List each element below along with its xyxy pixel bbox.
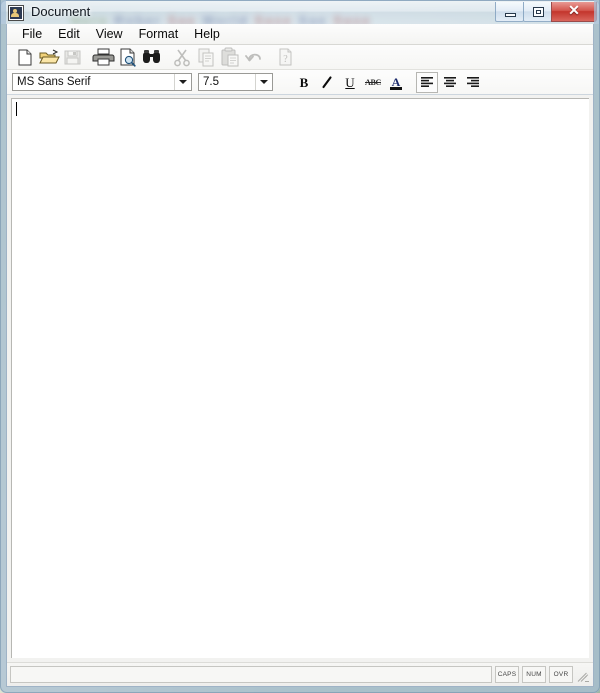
print-preview-button[interactable] bbox=[116, 46, 139, 68]
close-icon: ✕ bbox=[568, 3, 580, 19]
toolbar-separator bbox=[267, 46, 274, 68]
underline-icon: U bbox=[345, 74, 355, 90]
menu-help[interactable]: Help bbox=[186, 25, 228, 44]
svg-text:A: A bbox=[392, 75, 401, 89]
italic-button[interactable] bbox=[316, 72, 338, 93]
status-message bbox=[10, 666, 492, 683]
align-center-button[interactable] bbox=[439, 72, 461, 93]
window-controls: ✕ bbox=[495, 2, 597, 23]
find-icon bbox=[143, 50, 160, 63]
application-window: Nero Rober Sae World Sase Sae Sase Docum… bbox=[0, 0, 600, 693]
about-button[interactable]: ? bbox=[274, 46, 297, 68]
undo-icon bbox=[245, 53, 261, 62]
document-picture-icon bbox=[8, 5, 24, 21]
print-preview-icon bbox=[120, 48, 136, 67]
align-left-icon bbox=[421, 77, 433, 87]
align-right-button[interactable] bbox=[462, 72, 484, 93]
minimize-icon bbox=[505, 13, 516, 17]
chevron-down-icon[interactable] bbox=[255, 74, 272, 90]
menu-view[interactable]: View bbox=[88, 25, 131, 44]
toolbar-separator bbox=[164, 46, 171, 68]
save-icon bbox=[64, 50, 81, 65]
open-icon bbox=[39, 49, 60, 64]
bold-icon: B bbox=[299, 74, 309, 90]
save-button[interactable] bbox=[61, 46, 84, 68]
new-icon bbox=[18, 49, 32, 66]
status-caps: CAPS bbox=[495, 666, 519, 683]
font-size-value: 7.5 bbox=[203, 76, 219, 88]
font-family-combo[interactable]: MS Sans Serif bbox=[12, 73, 192, 91]
print-button[interactable] bbox=[92, 46, 115, 68]
text-caret bbox=[16, 102, 17, 116]
menu-format[interactable]: Format bbox=[131, 25, 187, 44]
cut-button[interactable] bbox=[171, 46, 194, 68]
editor-content bbox=[12, 99, 589, 102]
open-button[interactable] bbox=[37, 46, 60, 68]
strikethrough-button[interactable]: ABC bbox=[362, 72, 384, 93]
glass-bleed-text: Nero Rober Sae World Sase Sae Sase bbox=[71, 13, 372, 24]
client-area: File Edit View Format Help ? MS Sans Ser… bbox=[6, 24, 594, 687]
new-button[interactable] bbox=[13, 46, 36, 68]
font-color-icon: A bbox=[390, 75, 402, 90]
copy-icon bbox=[198, 48, 214, 67]
strikethrough-icon: ABC bbox=[365, 77, 381, 87]
copy-button[interactable] bbox=[195, 46, 218, 68]
font-color-button[interactable]: A bbox=[385, 72, 407, 93]
about-icon: ? bbox=[279, 48, 292, 66]
status-num: NUM bbox=[522, 666, 546, 683]
font-size-combo[interactable]: 7.5 bbox=[198, 73, 273, 91]
window-title: Document bbox=[31, 4, 91, 19]
font-family-value: MS Sans Serif bbox=[17, 76, 91, 88]
text-editor-area[interactable] bbox=[11, 98, 589, 658]
undo-button[interactable] bbox=[243, 46, 266, 68]
align-center-icon bbox=[444, 77, 456, 87]
close-button[interactable]: ✕ bbox=[551, 2, 597, 22]
print-icon bbox=[92, 48, 115, 66]
toolbar-separator bbox=[85, 46, 92, 68]
menu-file[interactable]: File bbox=[14, 25, 50, 44]
align-left-button[interactable] bbox=[416, 71, 438, 93]
standard-toolbar: ? bbox=[7, 45, 593, 70]
maximize-button[interactable] bbox=[523, 2, 552, 22]
underline-button[interactable]: U bbox=[339, 72, 361, 93]
svg-text:?: ? bbox=[283, 54, 288, 65]
bold-button[interactable]: B bbox=[293, 72, 315, 93]
title-bar[interactable]: Nero Rober Sae World Sase Sae Sase Docum… bbox=[0, 0, 600, 24]
chevron-down-icon[interactable] bbox=[174, 74, 191, 90]
menu-bar: File Edit View Format Help bbox=[7, 24, 593, 45]
paste-button[interactable] bbox=[219, 46, 242, 68]
status-ovr: OVR bbox=[549, 666, 573, 683]
format-toolbar: MS Sans Serif 7.5 B U ABC A bbox=[7, 70, 593, 95]
cut-icon bbox=[174, 49, 190, 67]
find-button[interactable] bbox=[140, 46, 163, 68]
menu-edit[interactable]: Edit bbox=[50, 25, 88, 44]
minimize-button[interactable] bbox=[495, 2, 524, 22]
resize-grip[interactable] bbox=[576, 667, 590, 683]
status-bar: CAPS NUM OVR bbox=[7, 662, 593, 686]
italic-icon bbox=[322, 76, 332, 89]
paste-icon bbox=[221, 47, 239, 67]
maximize-icon bbox=[533, 7, 544, 17]
align-right-icon bbox=[467, 77, 479, 87]
